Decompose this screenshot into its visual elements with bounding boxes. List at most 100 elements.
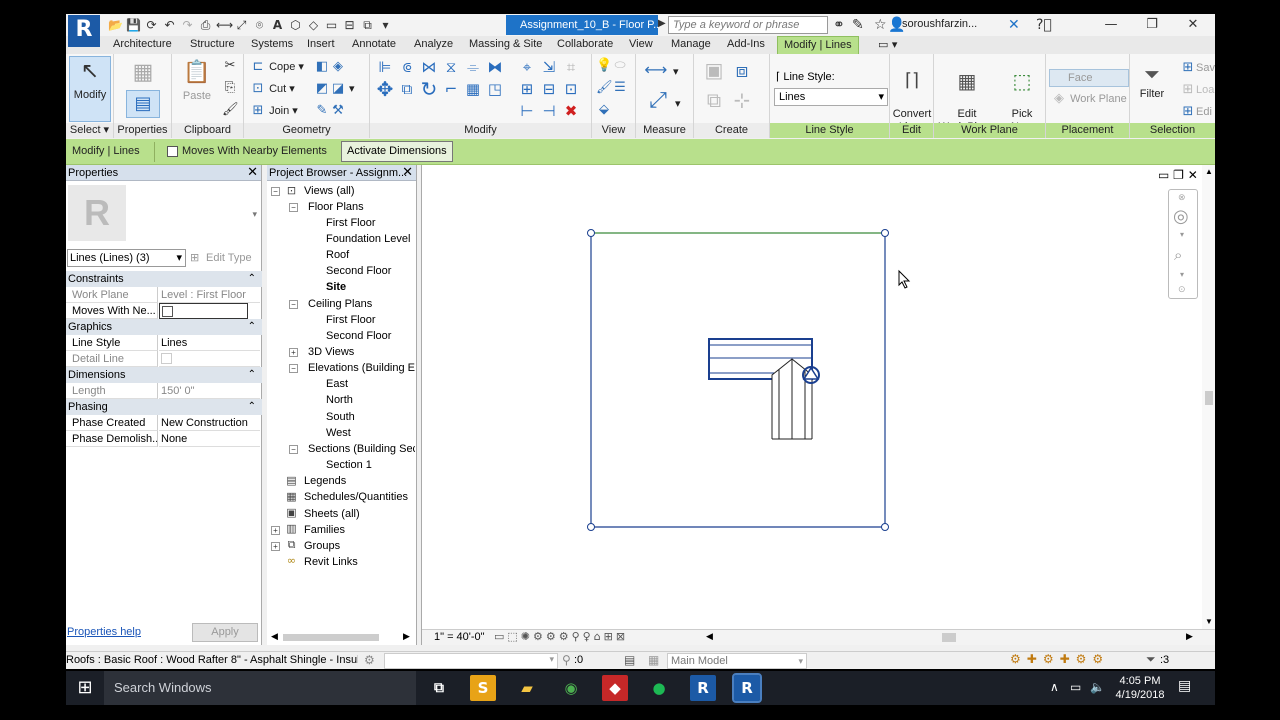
zoom-icon[interactable]: ⌕: [1174, 246, 1182, 264]
scale-grid-icon[interactable]: ⊟: [538, 78, 560, 100]
unpin-icon[interactable]: ⌖: [516, 56, 538, 78]
aligned-dimension-icon[interactable]: ⤢: [234, 18, 249, 33]
cut-geometry-button[interactable]: ⊡ Cut ▾: [250, 81, 295, 96]
subscription-icon[interactable]: ✎: [852, 17, 864, 33]
tab-manage[interactable]: Manage: [671, 38, 711, 50]
taskbar-search-input[interactable]: Search Windows: [104, 671, 416, 705]
linework-icon[interactable]: ⬙: [596, 102, 612, 117]
ribbon-toggle-icon[interactable]: ▭ ▾: [878, 38, 897, 51]
collapse-toggle[interactable]: −: [289, 300, 298, 309]
group-graphics[interactable]: Graphics ⌃: [66, 319, 262, 335]
face-button[interactable]: Face: [1049, 69, 1129, 87]
tree-section-1[interactable]: Section 1: [326, 458, 372, 472]
tab-structure[interactable]: Structure: [190, 38, 235, 50]
array-icon[interactable]: ▦: [462, 78, 484, 100]
prop-value[interactable]: None: [159, 431, 260, 447]
expand-toggle[interactable]: +: [289, 348, 298, 357]
steering-wheel-icon[interactable]: ◎: [1173, 206, 1189, 227]
drawing-canvas[interactable]: ▭ ❐ ✕ ⊗ ◎ ▾ ⌕ ▾ ⊙ ▲ ▼ 1" = 40'-0" ▭⬚✺⚙⚙⚙…: [421, 165, 1215, 645]
minimize-button[interactable]: —: [1091, 14, 1131, 36]
chevron-right-icon[interactable]: ▶: [658, 18, 666, 32]
tree-sections[interactable]: Sections (Building Sect: [308, 442, 415, 456]
scroll-left-icon[interactable]: ◀: [706, 631, 713, 642]
moves-with-nearby-checkbox[interactable]: [167, 146, 178, 157]
prop-value[interactable]: Lines: [159, 335, 260, 351]
options-icon[interactable]: ⊙: [1178, 284, 1186, 295]
mirror-draw-axis-icon[interactable]: ⧖: [440, 56, 462, 78]
filter-status-icon[interactable]: ⏷: [1146, 652, 1156, 667]
view-control-icons[interactable]: ▭⬚✺⚙⚙⚙⚲♀⌂⊞⊠: [494, 630, 628, 643]
collapse-icon[interactable]: ⌃: [248, 319, 256, 335]
worksets-icon[interactable]: ⚙: [364, 653, 375, 667]
restore-button[interactable]: ❐: [1132, 14, 1172, 36]
tree-ceiling-plans[interactable]: Ceiling Plans: [308, 297, 372, 311]
scroll-down-icon[interactable]: ▼: [1205, 617, 1213, 626]
cope-button[interactable]: ⊏ Cope ▾: [250, 59, 304, 74]
tree-views-all[interactable]: Views (all): [304, 184, 355, 198]
chrome-icon[interactable]: ◉: [558, 675, 584, 701]
design-option-select[interactable]: Main Model ▾: [667, 653, 807, 669]
design-options-icon[interactable]: ▦: [648, 653, 659, 667]
sketchup-icon[interactable]: ◆: [602, 675, 628, 701]
chevron-down-icon[interactable]: ▾: [1180, 270, 1184, 279]
mirror-pick-axis-icon[interactable]: ⋈: [418, 56, 440, 78]
tab-collaborate[interactable]: Collaborate: [557, 38, 613, 50]
group-constraints[interactable]: Constraints ⌃: [66, 271, 262, 287]
tree-el-south[interactable]: South: [326, 410, 355, 424]
collapse-icon[interactable]: ⌃: [248, 271, 256, 287]
group-dimensions[interactable]: Dimensions ⌃: [66, 367, 262, 383]
copy-element-icon[interactable]: ⧉: [396, 78, 418, 100]
scroll-thumb[interactable]: [283, 634, 379, 641]
task-view-icon[interactable]: ⧉: [426, 675, 452, 701]
spotify-icon[interactable]: ●: [646, 675, 672, 701]
properties-help-link[interactable]: Properties help: [67, 626, 141, 638]
split-face-icon[interactable]: ◧ ◈: [314, 59, 346, 74]
tree-fp-second-floor[interactable]: Second Floor: [326, 264, 391, 278]
type-selector[interactable]: Lines (Lines) (3): [67, 249, 186, 267]
editable-only-icon[interactable]: ▤: [624, 653, 635, 667]
override-graphics-icon[interactable]: 🖌 ☰: [596, 80, 628, 95]
grip-bottom-left[interactable]: [587, 523, 595, 531]
file-explorer-icon[interactable]: ▰: [514, 675, 540, 701]
taskbar-clock[interactable]: 4:05 PM 4/19/2018: [1110, 674, 1170, 702]
scroll-thumb[interactable]: [1205, 391, 1213, 405]
tab-annotate[interactable]: Annotate: [352, 38, 396, 50]
expand-toggle[interactable]: +: [271, 526, 280, 535]
pin-icon[interactable]: ⇲: [538, 56, 560, 78]
tab-modify-lines[interactable]: Modify | Lines: [777, 36, 859, 54]
rotate-icon[interactable]: ↻: [418, 78, 440, 100]
windows-start-icon[interactable]: ⊞: [66, 671, 104, 705]
move-icon[interactable]: ✥: [374, 78, 396, 100]
tree-cp-second-floor[interactable]: Second Floor: [326, 329, 391, 343]
tab-massing-site[interactable]: Massing & Site: [469, 38, 542, 50]
close-hidden-icon[interactable]: ⊟: [342, 18, 357, 33]
grip-bottom-right[interactable]: [881, 523, 889, 531]
scroll-up-icon[interactable]: ▲: [1205, 167, 1213, 176]
close-button[interactable]: ✕: [1173, 14, 1213, 36]
view-scale[interactable]: 1" = 40'-0": [434, 631, 485, 643]
expand-toggle[interactable]: +: [271, 542, 280, 551]
group-phasing[interactable]: Phasing ⌃: [66, 399, 262, 415]
application-menu-button[interactable]: R: [68, 15, 100, 47]
split-element-icon[interactable]: ⌯: [462, 56, 484, 78]
moves-with-nearby-prop-checkbox[interactable]: [159, 303, 248, 319]
text-icon[interactable]: A: [270, 18, 285, 33]
copy-icon[interactable]: ⎘: [222, 80, 238, 95]
revit-app-icon[interactable]: R: [690, 675, 716, 701]
sublime-app-icon[interactable]: S: [470, 675, 496, 701]
tab-systems[interactable]: Systems: [251, 38, 293, 50]
grip-top-right[interactable]: [881, 229, 889, 237]
undo-icon[interactable]: ↶: [162, 18, 177, 33]
tree-cp-first-floor[interactable]: First Floor: [326, 313, 376, 327]
tree-fp-roof[interactable]: Roof: [326, 248, 349, 262]
close-icon[interactable]: ✕: [247, 165, 258, 181]
cut-icon[interactable]: ✂: [222, 58, 238, 73]
trim-icon[interactable]: ⊢: [516, 100, 538, 122]
join-button[interactable]: ⊞ Join ▾: [250, 103, 298, 118]
paste-button[interactable]: 📋 Paste: [178, 58, 216, 103]
modify-button[interactable]: ↖ Modify: [69, 56, 111, 122]
tree-sheets[interactable]: Sheets (all): [304, 507, 360, 521]
match-type-icon[interactable]: 🖌: [222, 102, 239, 117]
split-gap-icon[interactable]: ⧓: [484, 56, 506, 78]
unpin-grey-icon[interactable]: ⌗: [560, 56, 582, 78]
